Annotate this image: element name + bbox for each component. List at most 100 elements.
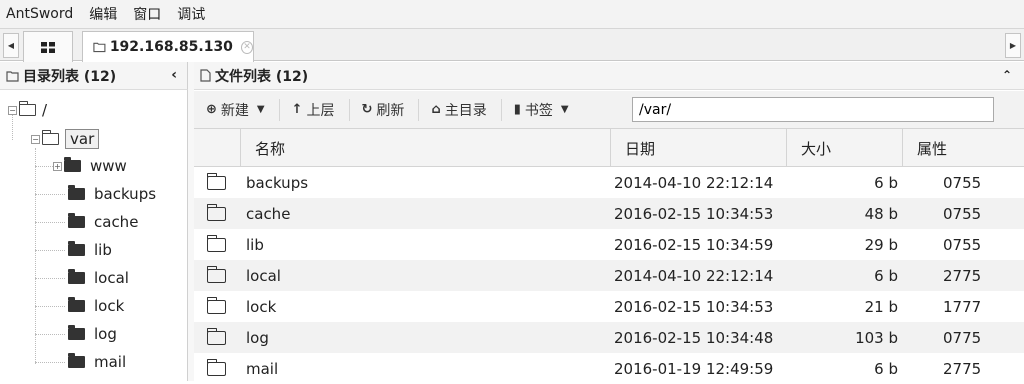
cell-size: 48 b — [864, 204, 898, 223]
arrow-up-icon: ↑ — [291, 102, 303, 117]
new-button-label: 新建 — [220, 102, 249, 119]
column-header-label: 属性 — [917, 139, 948, 158]
folder-outline-icon — [6, 70, 19, 82]
tree-node-label: www — [90, 157, 127, 175]
tab-home[interactable] — [23, 31, 73, 62]
table-row[interactable]: lock 2016-02-15 10:34:53 21 b 1777 — [194, 291, 1024, 322]
folder-icon — [68, 297, 85, 312]
bookmark-icon: ▮ — [513, 102, 521, 117]
cell-size: 6 b — [874, 266, 898, 285]
tree-node-mail[interactable]: mail — [68, 350, 126, 374]
column-header-label: 大小 — [801, 139, 832, 158]
folder-icon — [206, 266, 226, 283]
tab-host[interactable]: 192.168.85.130 ✕ — [82, 31, 254, 62]
cell-name: log — [246, 328, 269, 347]
refresh-button-label: 刷新 — [376, 102, 405, 119]
folder-icon — [206, 173, 226, 190]
path-input[interactable] — [632, 97, 994, 122]
cell-name: cache — [246, 204, 291, 223]
collapse-panel-icon[interactable]: ‹ — [171, 67, 177, 83]
cell-attr: 0755 — [943, 173, 982, 192]
home-icon: ⌂ — [431, 102, 441, 117]
folder-icon — [206, 204, 226, 221]
tree-node-label: mail — [94, 353, 127, 371]
tree-node-label: log — [94, 325, 117, 343]
cell-attr: 0755 — [943, 235, 982, 254]
tree-node-local[interactable]: local — [68, 266, 129, 290]
refresh-button[interactable]: ↻ 刷新 — [361, 98, 420, 121]
tree-node-cache[interactable]: cache — [68, 210, 138, 234]
tab-close-icon[interactable]: ✕ — [240, 40, 253, 54]
tree-node-root[interactable]: − / — [8, 98, 47, 122]
cell-date: 2016-02-15 10:34:48 — [614, 328, 774, 347]
collapse-icon[interactable]: − — [31, 134, 40, 144]
tree-node-var[interactable]: − var — [31, 127, 100, 151]
cell-size: 103 b — [855, 328, 898, 347]
tab-scroll-right-button[interactable]: ▶ — [1005, 33, 1021, 58]
cell-size: 21 b — [864, 297, 898, 316]
table-row[interactable]: cache 2016-02-15 10:34:53 48 b 0755 — [194, 198, 1024, 229]
cell-attr: 0775 — [943, 328, 982, 347]
cell-date: 2014-04-10 22:12:14 — [614, 266, 774, 285]
cell-date: 2016-01-19 12:49:59 — [614, 359, 774, 378]
table-row[interactable]: lib 2016-02-15 10:34:59 29 b 0755 — [194, 229, 1024, 260]
menu-debug[interactable]: 调试 — [177, 4, 205, 24]
tree-node-label: / — [42, 101, 48, 119]
folder-icon — [206, 359, 226, 376]
refresh-icon: ↻ — [361, 102, 373, 117]
cell-name: lock — [246, 297, 277, 316]
grid-icon — [41, 41, 55, 53]
chevron-up-icon[interactable]: ⌃ — [1002, 68, 1012, 82]
folder-icon — [68, 185, 85, 200]
grid-header: 名称 日期 大小 属性 — [194, 129, 1024, 167]
column-header-attr[interactable]: 属性 — [902, 129, 1024, 167]
folder-icon — [68, 241, 85, 256]
collapse-icon[interactable]: − — [8, 105, 17, 115]
column-header-name[interactable]: 名称 — [240, 129, 610, 167]
file-panel-title: 文件列表 (12) — [215, 68, 309, 85]
tree-node-log[interactable]: log — [68, 322, 117, 346]
tree-node-backups[interactable]: backups — [68, 182, 156, 206]
bookmark-button-label: 书签 — [524, 102, 553, 119]
tree-node-lock[interactable]: lock — [68, 294, 124, 318]
cell-attr: 2775 — [943, 359, 982, 378]
menu-bar: AntSword 编辑 窗口 调试 — [0, 0, 1024, 28]
cell-size: 29 b — [864, 235, 898, 254]
table-row[interactable]: local 2014-04-10 22:12:14 6 b 2775 — [194, 260, 1024, 291]
table-row[interactable]: backups 2014-04-10 22:12:14 6 b 0755 — [194, 167, 1024, 198]
tree-node-label: lib — [94, 241, 112, 259]
tree-node-label: var — [65, 129, 100, 149]
folder-icon — [18, 101, 36, 116]
cell-attr: 2775 — [943, 266, 982, 285]
column-header-date[interactable]: 日期 — [610, 129, 786, 167]
column-header-label: 名称 — [255, 139, 286, 158]
cell-name: local — [246, 266, 281, 285]
tree-node-label: lock — [94, 297, 125, 315]
folder-icon — [68, 353, 85, 368]
folder-outline-icon — [93, 42, 106, 53]
file-panel-header: 文件列表 (12) ⌃ — [194, 62, 1024, 90]
file-icon — [200, 69, 211, 82]
table-row[interactable]: log 2016-02-15 10:34:48 103 b 0775 — [194, 322, 1024, 353]
menu-window[interactable]: 窗口 — [133, 4, 161, 24]
tree-node-lib[interactable]: lib — [68, 238, 112, 262]
tree-node-label: cache — [94, 213, 139, 231]
menu-app[interactable]: AntSword — [6, 6, 73, 22]
up-button-label: 上层 — [306, 102, 335, 119]
cell-name: mail — [246, 359, 279, 378]
tab-scroll-left-button[interactable]: ◀ — [3, 33, 19, 58]
caret-down-icon: ▼ — [560, 104, 569, 115]
tree-node-www[interactable]: + www — [53, 154, 127, 178]
expand-icon[interactable]: + — [53, 161, 62, 171]
tab-host-label: 192.168.85.130 — [109, 39, 233, 55]
table-row[interactable]: mail 2016-01-19 12:49:59 6 b 2775 — [194, 353, 1024, 384]
bookmark-button[interactable]: ▮ 书签 ▼ — [514, 99, 583, 121]
menu-edit[interactable]: 编辑 — [89, 4, 117, 24]
home-dir-button[interactable]: ⌂ 主目录 — [431, 98, 502, 121]
cell-name: lib — [246, 235, 264, 254]
plus-circle-icon: ⊕ — [206, 102, 217, 117]
up-button[interactable]: ↑ 上层 — [291, 98, 350, 121]
column-header-size[interactable]: 大小 — [786, 129, 902, 167]
home-dir-button-label: 主目录 — [444, 102, 487, 119]
new-button[interactable]: ⊕ 新建 ▼ — [206, 98, 280, 121]
